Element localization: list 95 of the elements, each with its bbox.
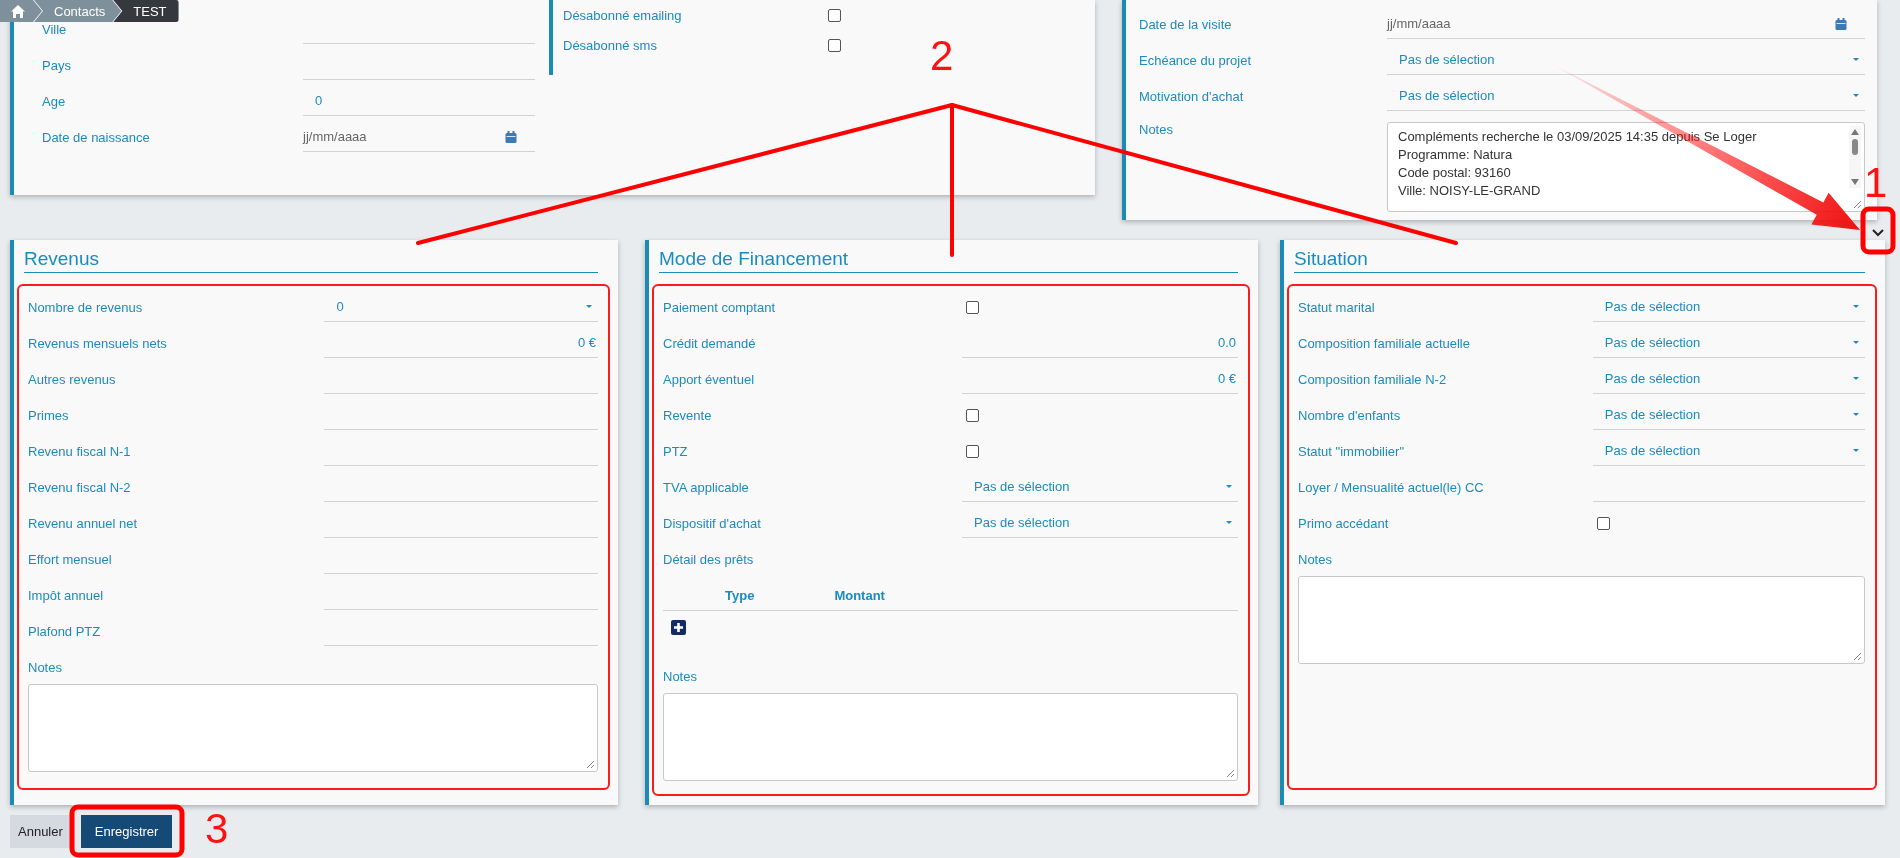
field-label: Autres revenus bbox=[28, 371, 116, 389]
column-header: Montant bbox=[834, 588, 885, 605]
field-label: PTZ bbox=[663, 443, 688, 461]
field-label: TVA applicable bbox=[663, 479, 749, 497]
scrollbar[interactable] bbox=[1849, 126, 1861, 188]
field-label: Composition familiale actuelle bbox=[1298, 335, 1470, 353]
amount-field[interactable]: 0 € bbox=[324, 322, 598, 358]
date-field[interactable]: jj/mm/aaaa bbox=[1387, 3, 1865, 39]
resize-grip-icon[interactable] bbox=[586, 760, 595, 769]
select-field[interactable]: Pas de sélection bbox=[1592, 394, 1865, 430]
field-label: Revenu fiscal N-1 bbox=[28, 443, 131, 461]
annotation-number: 3 bbox=[205, 806, 229, 852]
caret-icon bbox=[1853, 413, 1859, 416]
annotation-number: 1 bbox=[1864, 160, 1888, 206]
checkbox[interactable] bbox=[828, 9, 841, 22]
field-label: Age bbox=[42, 93, 66, 111]
field-label: Statut "immobilier" bbox=[1298, 443, 1405, 461]
field-label: Notes bbox=[1139, 121, 1173, 139]
field-label: Primes bbox=[28, 407, 69, 425]
add-button[interactable] bbox=[671, 620, 686, 635]
field-label: Effort mensuel bbox=[28, 551, 112, 569]
field-label: Composition familiale N-2 bbox=[1298, 371, 1447, 389]
breadcrumb-link[interactable]: Contacts bbox=[34, 0, 122, 22]
save-button[interactable]: Enregistrer bbox=[80, 815, 173, 848]
cancel-button[interactable]: Annuler bbox=[10, 815, 71, 848]
caret-icon bbox=[1853, 341, 1859, 344]
field-label: Date de la visite bbox=[1139, 16, 1232, 34]
field-label: Statut marital bbox=[1298, 299, 1375, 317]
field-label: Revenu fiscal N-2 bbox=[28, 479, 131, 497]
calendar-icon[interactable] bbox=[1835, 17, 1847, 30]
select-field[interactable]: Pas de sélection bbox=[1592, 286, 1865, 322]
caret-icon bbox=[1226, 485, 1232, 488]
caret-icon bbox=[1853, 94, 1859, 97]
field-label: Plafond PTZ bbox=[28, 623, 101, 641]
field-label: Désabonné emailing bbox=[563, 7, 682, 25]
field-label: Désabonné sms bbox=[563, 37, 657, 55]
resize-grip-icon[interactable] bbox=[1853, 652, 1862, 661]
section-title: Situation bbox=[1294, 240, 1865, 273]
field-label: Crédit demandé bbox=[663, 335, 756, 353]
chevron-down-icon bbox=[1872, 229, 1884, 237]
checkbox[interactable] bbox=[1596, 517, 1610, 530]
field-label: Notes bbox=[28, 659, 62, 677]
field-label: Apport éventuel bbox=[663, 371, 755, 389]
field-label: Notes bbox=[1298, 551, 1332, 569]
caret-icon bbox=[1853, 377, 1859, 380]
annotation-number: 2 bbox=[930, 33, 954, 79]
field-label: Nombre de revenus bbox=[28, 299, 143, 317]
field-label: Dispositif d'achat bbox=[663, 515, 761, 533]
caret-icon bbox=[1226, 521, 1232, 524]
field-label: Paiement comptant bbox=[663, 299, 775, 317]
field-label: Revenus mensuels nets bbox=[28, 335, 167, 353]
select-field[interactable]: Pas de sélection bbox=[962, 466, 1238, 502]
field-label: Notes bbox=[663, 668, 697, 686]
breadcrumb-link[interactable]: TEST bbox=[113, 0, 179, 22]
checkbox[interactable] bbox=[966, 409, 979, 422]
field-label: Motivation d'achat bbox=[1139, 88, 1244, 106]
select-field[interactable]: Pas de sélection bbox=[1592, 322, 1865, 358]
resize-grip-icon[interactable] bbox=[1853, 200, 1862, 209]
calendar-icon[interactable] bbox=[505, 130, 517, 143]
resize-grip-icon[interactable] bbox=[1226, 769, 1235, 778]
date-field[interactable]: jj/mm/aaaa bbox=[303, 116, 535, 152]
section-title: Mode de Financement bbox=[659, 240, 1238, 273]
field-label: Pays bbox=[42, 57, 71, 75]
field-label: Echéance du projet bbox=[1139, 52, 1252, 70]
checkbox[interactable] bbox=[828, 39, 841, 52]
notes-field[interactable] bbox=[663, 693, 1238, 781]
select-field[interactable]: Pas de sélection bbox=[1592, 430, 1865, 466]
text-field[interactable]: 0 bbox=[303, 80, 535, 116]
field-label: Primo accédant bbox=[1298, 515, 1389, 533]
field-label: Revenu annuel net bbox=[28, 515, 138, 533]
field-label: Revente bbox=[663, 407, 712, 425]
select-field[interactable]: Pas de sélection bbox=[1387, 39, 1865, 75]
notes-field[interactable] bbox=[1298, 576, 1865, 664]
field-label: Ville bbox=[42, 21, 67, 39]
home-link[interactable] bbox=[0, 0, 42, 22]
notes-field[interactable] bbox=[28, 684, 598, 772]
home-icon bbox=[10, 3, 26, 19]
amount-field[interactable]: 0 € bbox=[962, 358, 1238, 394]
select-field[interactable]: Pas de sélection bbox=[1592, 358, 1865, 394]
select-field[interactable]: 0 bbox=[324, 286, 598, 322]
select-field[interactable]: Pas de sélection bbox=[962, 502, 1238, 538]
field-label: Nombre d'enfants bbox=[1298, 407, 1401, 425]
caret-icon bbox=[1853, 449, 1859, 452]
field-label: Détail des prêts bbox=[663, 551, 754, 569]
field-label: Impôt annuel bbox=[28, 587, 104, 605]
column-header: Type bbox=[725, 588, 755, 605]
section-title: Revenus bbox=[24, 240, 598, 273]
caret-icon bbox=[586, 305, 592, 308]
caret-icon bbox=[1853, 305, 1859, 308]
amount-field[interactable]: 0.0 bbox=[962, 322, 1238, 358]
field-label: Loyer / Mensualité actuel(le) CC bbox=[1298, 479, 1484, 497]
checkbox[interactable] bbox=[966, 445, 979, 458]
field-label: Date de naissance bbox=[42, 129, 150, 147]
caret-icon bbox=[1853, 58, 1859, 61]
checkbox[interactable] bbox=[966, 301, 979, 314]
